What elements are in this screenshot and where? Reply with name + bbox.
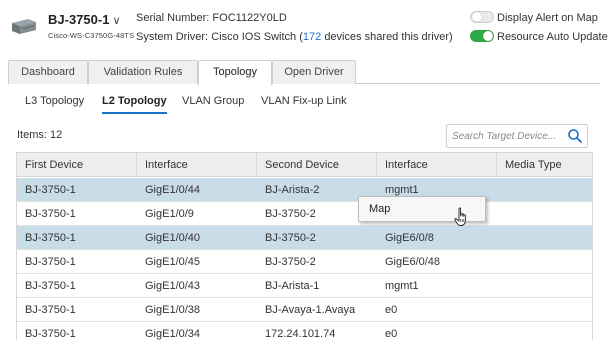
driver-suffix: devices shared this driver) [324,31,453,43]
table-row[interactable]: BJ-3750-1 GigE1/0/34 172.24.101.74 e0 [17,322,592,340]
cell-media-type [497,322,592,340]
column-header-first-device[interactable]: First Device [17,153,137,177]
column-header-interface-2[interactable]: Interface [377,153,497,177]
cell-interface-2: mgmt1 [385,280,419,292]
cell-second-device: BJ-Arista-1 [265,280,320,292]
cell-second-device: BJ-3750-2 [265,232,316,244]
search-icon[interactable] [567,128,583,144]
driver-label: System Driver: [136,31,209,43]
toggle-knob [472,12,482,22]
subtab-vlan-fixup-link[interactable]: VLAN Fix-up Link [261,95,347,107]
device-model: Cisco-WS-C3750G-48TS [48,31,135,40]
cell-first-device: BJ-3750-1 [25,304,76,316]
cell-media-type [497,202,592,226]
serial-number: Serial Number: FOC1122Y0LD [136,12,287,24]
cell-media-type [497,226,592,250]
driver-count-link[interactable]: 172 [303,31,321,43]
search-box[interactable] [446,124,588,148]
serial-value: FOC1122Y0LD [212,12,287,24]
subtab-vlan-group[interactable]: VLAN Group [182,95,244,107]
display-alert-label: Display Alert on Map [497,12,598,24]
column-header-interface[interactable]: Interface [137,153,257,177]
column-header-second-device[interactable]: Second Device [257,153,377,177]
cell-interface-2: e0 [385,304,398,316]
table-row[interactable]: BJ-3750-1 GigE1/0/45 BJ-3750-2 GigE6/0/48 [17,250,592,274]
display-alert-toggle[interactable] [470,11,494,23]
toggle-knob [483,31,493,41]
resource-auto-update-toggle[interactable] [470,30,494,42]
context-menu-item-map[interactable]: Map [369,203,390,215]
items-count: Items: 12 [17,129,63,141]
subtab-l2-topology[interactable]: L2 Topology [102,95,167,114]
device-name-dropdown[interactable]: BJ-3750-1 ∨ [48,12,121,27]
cell-first-device: BJ-3750-1 [25,280,76,292]
table-row[interactable]: BJ-3750-1 GigE1/0/9 BJ-3750-2 [17,202,592,226]
cell-media-type [497,250,592,274]
main-tabs: Dashboard Validation Rules Topology Open… [8,60,608,85]
cell-second-device: BJ-Avaya-1.Avaya [265,304,356,316]
cell-interface: GigE1/0/40 [145,232,201,244]
column-header-media-type[interactable]: Media Type [497,153,592,177]
driver-value: Cisco IOS Switch [211,31,297,43]
cell-second-device: BJ-3750-2 [265,256,316,268]
cell-second-device: 172.24.101.74 [265,328,336,340]
table-row[interactable]: BJ-3750-1 GigE1/0/38 BJ-Avaya-1.Avaya e0 [17,298,592,322]
tab-topology[interactable]: Topology [198,60,272,85]
cell-media-type [497,178,592,202]
resource-auto-update-label: Resource Auto Update [497,31,608,43]
cell-media-type [497,274,592,298]
table-row[interactable]: BJ-3750-1 GigE1/0/44 BJ-Arista-2 mgmt1 [17,178,592,202]
table-row[interactable]: BJ-3750-1 GigE1/0/40 BJ-3750-2 GigE6/0/8 [17,226,592,250]
cell-interface: GigE1/0/44 [145,184,201,196]
l2-topology-table: First Device Interface Second Device Int… [16,152,593,340]
tab-open-driver[interactable]: Open Driver [272,60,356,84]
cell-first-device: BJ-3750-1 [25,256,76,268]
cell-first-device: BJ-3750-1 [25,184,76,196]
cell-interface: GigE1/0/45 [145,256,201,268]
table-row[interactable]: BJ-3750-1 GigE1/0/43 BJ-Arista-1 mgmt1 [17,274,592,298]
device-header: BJ-3750-1 ∨ Cisco-WS-C3750G-48TS Serial N… [0,0,609,52]
cell-interface: GigE1/0/34 [145,328,201,340]
switch-device-icon [12,19,36,34]
search-input[interactable] [452,129,562,144]
tab-dashboard[interactable]: Dashboard [8,60,88,84]
table-header: First Device Interface Second Device Int… [17,153,592,177]
subtab-l3-topology[interactable]: L3 Topology [25,95,84,107]
tab-validation-rules[interactable]: Validation Rules [88,60,198,84]
cell-interface: GigE1/0/38 [145,304,201,316]
cell-interface: GigE1/0/43 [145,280,201,292]
cell-interface-2: GigE6/0/8 [385,232,434,244]
cell-first-device: BJ-3750-1 [25,232,76,244]
cell-media-type [497,298,592,322]
system-driver: System Driver: Cisco IOS Switch (172 dev… [136,31,453,43]
hand-cursor-icon [454,207,466,226]
cell-first-device: BJ-3750-1 [25,208,76,220]
cell-interface-2: e0 [385,328,398,340]
cell-first-device: BJ-3750-1 [25,328,76,340]
chevron-down-icon: ∨ [112,15,121,27]
table-body: BJ-3750-1 GigE1/0/44 BJ-Arista-2 mgmt1 BJ-37… [17,178,592,340]
device-name: BJ-3750-1 [48,12,110,27]
cell-interface: GigE1/0/9 [145,208,194,220]
cell-interface-2: GigE6/0/48 [385,256,441,268]
serial-label: Serial Number: [136,12,210,24]
